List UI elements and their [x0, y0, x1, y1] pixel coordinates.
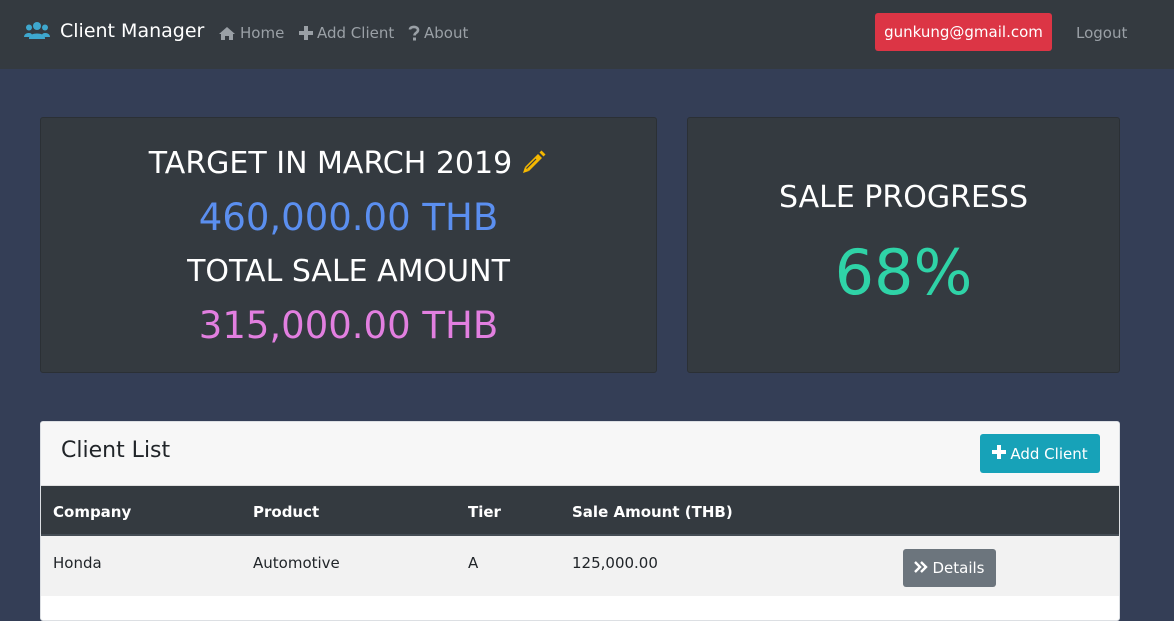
home-icon	[218, 26, 236, 41]
nav-add-client[interactable]: Add Client	[299, 24, 394, 42]
client-list-title: Client List	[61, 438, 171, 463]
table-row: Honda Automotive A 125,000.00 Details	[41, 536, 1119, 596]
target-card: TARGET IN MARCH 2019 460,000.00 THB TOTA…	[40, 117, 657, 373]
pencil-icon[interactable]	[520, 148, 548, 180]
nav-home[interactable]: Home	[218, 24, 284, 42]
sale-progress-percent: 68%	[834, 236, 973, 309]
cell-company: Honda	[53, 554, 102, 572]
nav-about[interactable]: About	[408, 24, 468, 42]
total-sale-amount: 315,000.00 THB	[198, 304, 499, 347]
brand[interactable]: Client Manager	[24, 20, 204, 42]
users-icon	[24, 21, 50, 41]
column-header-sale-amount: Sale Amount (THB)	[572, 503, 733, 521]
cell-product: Automotive	[253, 554, 340, 572]
add-client-button[interactable]: Add Client	[980, 434, 1100, 473]
nav-about-label: About	[424, 24, 469, 42]
question-icon	[408, 25, 420, 41]
sale-progress-card: SALE PROGRESS 68%	[687, 117, 1120, 373]
client-list-panel: Client List Add Client Company Product T…	[40, 421, 1120, 621]
target-label: TARGET IN MARCH 2019	[148, 146, 513, 181]
double-chevron-right-icon	[914, 559, 929, 577]
plus-icon	[992, 444, 1007, 463]
navbar: Client Manager Home Add Client About gun…	[0, 0, 1174, 69]
total-sale-label: TOTAL SALE AMOUNT	[187, 254, 510, 289]
client-list-header: Client List Add Client	[41, 422, 1119, 486]
cell-sale-amount: 125,000.00	[572, 554, 658, 572]
brand-label: Client Manager	[60, 20, 205, 42]
logout-link[interactable]: Logout	[1076, 24, 1127, 42]
column-header-tier: Tier	[468, 503, 501, 521]
cell-tier: A	[468, 554, 479, 572]
details-button[interactable]: Details	[903, 549, 996, 587]
nav-add-client-label: Add Client	[317, 24, 395, 42]
user-email-badge[interactable]: gunkung@gmail.com	[875, 13, 1052, 51]
target-amount: 460,000.00 THB	[198, 196, 499, 239]
nav-home-label: Home	[240, 24, 285, 42]
details-button-label: Details	[932, 559, 985, 577]
sale-progress-label: SALE PROGRESS	[778, 180, 1028, 215]
column-header-product: Product	[253, 503, 320, 521]
column-header-company: Company	[53, 503, 132, 521]
table-header: Company Product Tier Sale Amount (THB)	[41, 486, 1119, 536]
add-client-button-label: Add Client	[1010, 444, 1088, 463]
plus-icon	[299, 26, 313, 40]
